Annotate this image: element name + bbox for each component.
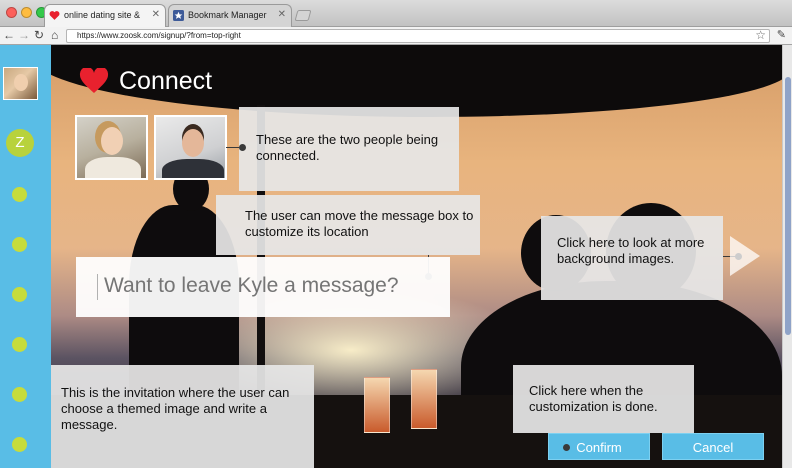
confirm-label: Confirm xyxy=(576,440,622,455)
background-glass xyxy=(411,369,437,429)
sidebar-nav-dot[interactable] xyxy=(12,287,27,302)
profile-photo-man xyxy=(154,115,227,180)
tab-close-icon[interactable]: ✕ xyxy=(278,5,286,25)
window-minimize-button[interactable] xyxy=(21,7,32,18)
sidebar: Z xyxy=(0,45,51,468)
tab-title: Bookmark Manager xyxy=(188,10,267,20)
star-icon[interactable]: ☆ xyxy=(755,28,766,42)
address-bar[interactable]: https://www.zoosk.com/signup/?from=top-r… xyxy=(66,29,770,43)
confirm-button[interactable]: Confirm xyxy=(548,433,650,460)
page-title: Connect xyxy=(79,63,212,99)
heart-favicon-icon xyxy=(49,11,60,20)
callout-done: Click here when the customization is don… xyxy=(513,365,694,433)
pin-line xyxy=(226,147,239,148)
browser-toolbar: ← → ↻ ⌂ https://www.zoosk.com/signup/?fr… xyxy=(0,27,792,45)
next-background-arrow-icon[interactable] xyxy=(729,235,761,277)
bookmark-star-icon xyxy=(173,10,184,21)
scrollbar[interactable] xyxy=(782,45,792,468)
cancel-button[interactable]: Cancel xyxy=(662,433,764,460)
avatar[interactable] xyxy=(3,67,38,100)
pin-dot xyxy=(563,444,570,451)
tab-title: online dating site & xyxy=(64,10,141,20)
back-arrow-icon[interactable]: ← xyxy=(3,28,15,43)
home-icon[interactable]: ⌂ xyxy=(51,28,58,43)
sidebar-nav-dot[interactable] xyxy=(12,337,27,352)
sidebar-nav-dot[interactable] xyxy=(12,187,27,202)
invitation-canvas: Connect These are the two people being c… xyxy=(51,45,782,468)
page-title-text: Connect xyxy=(119,66,213,95)
window-close-button[interactable] xyxy=(6,7,17,18)
profile-photo-woman xyxy=(75,115,148,180)
new-tab-button[interactable] xyxy=(294,10,312,21)
heart-icon xyxy=(79,68,109,93)
forward-arrow-icon[interactable]: → xyxy=(18,28,30,43)
reload-icon[interactable]: ↻ xyxy=(34,28,44,43)
message-input[interactable] xyxy=(96,271,436,301)
callout-invitation: This is the invitation where the user ca… xyxy=(51,365,314,468)
callout-move: The user can move the message box to cus… xyxy=(216,195,480,255)
browser-tab-bar: online dating site & ✕ Bookmark Manager … xyxy=(0,0,792,27)
tab-bookmark-manager[interactable]: Bookmark Manager ✕ xyxy=(168,4,292,27)
pin-dot xyxy=(239,144,246,151)
scrollbar-thumb[interactable] xyxy=(785,77,791,335)
callout-people: These are the two people being connected… xyxy=(239,107,459,191)
zoosk-logo-icon[interactable]: Z xyxy=(6,129,34,157)
sidebar-nav-dot[interactable] xyxy=(12,387,27,402)
sidebar-nav-dot[interactable] xyxy=(12,437,27,452)
wrench-icon[interactable]: ✎ xyxy=(777,28,786,42)
sidebar-nav-dot[interactable] xyxy=(12,237,27,252)
message-box[interactable] xyxy=(76,257,450,317)
callout-background: Click here to look at more background im… xyxy=(541,216,723,300)
tab-close-icon[interactable]: ✕ xyxy=(152,5,160,25)
background-glass xyxy=(364,377,390,433)
tab-zoosk[interactable]: online dating site & ✕ xyxy=(44,4,166,27)
